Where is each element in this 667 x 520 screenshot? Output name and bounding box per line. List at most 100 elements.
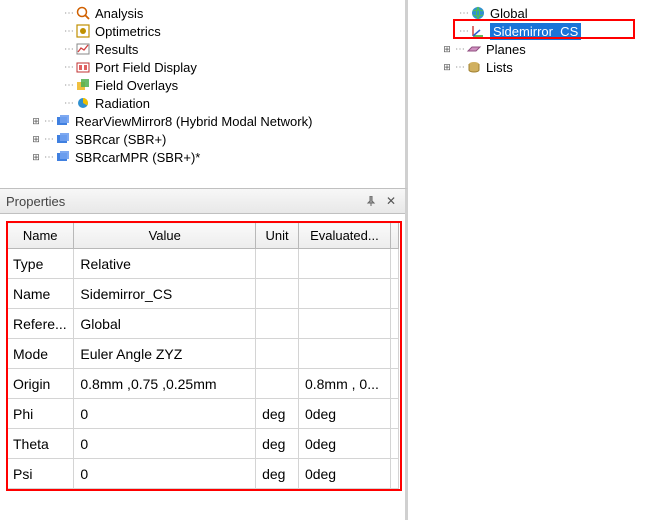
tree-label: SBRcarMPR (SBR+)* [75,150,200,165]
expand-icon[interactable]: ⊞ [30,133,42,145]
cell-unit[interactable] [256,279,299,309]
tree-item-field-overlays[interactable]: ⋯ Field Overlays [0,76,405,94]
table-row[interactable]: Origin0.8mm ,0.75 ,0.25mm 0.8mm , 0... [7,369,399,399]
cell-tail [390,429,398,459]
tree-guide-icon: ⋯ [64,26,73,37]
cell-unit[interactable] [256,249,299,279]
tree-item-radiation[interactable]: ⋯ Radiation [0,94,405,112]
tree-guide-icon: ⋯ [64,8,73,19]
tree-guide-icon: ⋯ [44,152,53,163]
tree-guide-icon: ⋯ [64,80,73,91]
pin-icon[interactable] [363,193,379,209]
optimetrics-icon [75,23,91,39]
col-tail [390,223,398,249]
table-row[interactable]: Theta0deg0deg [7,429,399,459]
tree-label: Optimetrics [95,24,161,39]
cell-unit[interactable] [256,309,299,339]
panel-title: Properties [6,194,359,209]
tree-label: Results [95,42,138,57]
tree-label: Planes [486,42,526,57]
results-icon [75,41,91,57]
col-unit[interactable]: Unit [256,223,299,249]
table-row[interactable]: Psi0deg0deg [7,459,399,489]
cell-tail [390,309,398,339]
cell-tail [390,459,398,489]
cell-name: Name [7,279,74,309]
tree-guide-icon: ⋯ [459,8,468,19]
cell-value[interactable]: 0 [74,459,256,489]
cell-name: Origin [7,369,74,399]
tree-item-optimetrics[interactable]: ⋯ Optimetrics [0,22,405,40]
tree-guide-icon: ⋯ [44,116,53,127]
tree-label: Field Overlays [95,78,178,93]
tree-item-rearviewmirror8[interactable]: ⊞ ⋯ RearViewMirror8 (Hybrid Modal Networ… [0,112,405,130]
analysis-icon [75,5,91,21]
tree-item-sbrcarmpr[interactable]: ⊞ ⋯ SBRcarMPR (SBR+)* [0,148,405,166]
annotation-highlight [453,19,635,39]
cell-name: Refere... [7,309,74,339]
col-eval[interactable]: Evaluated... [298,223,390,249]
properties-header: Properties ✕ [0,189,405,214]
tree-item-planes[interactable]: ⊞ ⋯ Planes [411,40,667,58]
cell-unit[interactable]: deg [256,459,299,489]
cell-eval: 0.8mm , 0... [298,369,390,399]
tree-item-sbrcar[interactable]: ⊞ ⋯ SBRcar (SBR+) [0,130,405,148]
port-field-icon [75,59,91,75]
cell-value[interactable]: Relative [74,249,256,279]
cell-eval: 0deg [298,459,390,489]
tree-item-analysis[interactable]: ⋯ Analysis [0,4,405,22]
cell-eval [298,339,390,369]
cell-unit[interactable]: deg [256,399,299,429]
tree-guide-icon: ⋯ [455,62,464,73]
cell-eval: 0deg [298,429,390,459]
left-tree-panel: ⋯ Analysis ⋯ Optimetrics ⋯ Results ⋯ Por… [0,0,408,188]
tree-guide-icon: ⋯ [64,98,73,109]
table-row[interactable]: NameSidemirror_CS [7,279,399,309]
cell-value[interactable]: 0.8mm ,0.75 ,0.25mm [74,369,256,399]
tree-label: SBRcar (SBR+) [75,132,166,147]
cell-tail [390,399,398,429]
cell-name: Type [7,249,74,279]
cell-tail [390,249,398,279]
tree-item-port-field[interactable]: ⋯ Port Field Display [0,58,405,76]
properties-panel: Properties ✕ Name Value Unit Evaluated..… [0,188,408,520]
cell-value[interactable]: 0 [74,429,256,459]
radiation-icon [75,95,91,111]
close-icon[interactable]: ✕ [383,193,399,209]
expand-icon[interactable]: ⊞ [441,43,453,55]
cell-unit[interactable]: deg [256,429,299,459]
cell-tail [390,369,398,399]
col-value[interactable]: Value [74,223,256,249]
table-row[interactable]: Phi0deg0deg [7,399,399,429]
cell-name: Theta [7,429,74,459]
right-tree-panel: ⋯ Global ⋯ Sidemirror_CS ⊞ ⋯ Planes ⊞ ⋯ … [411,0,667,520]
tree-guide-icon: ⋯ [44,134,53,145]
cell-name: Psi [7,459,74,489]
cell-tail [390,339,398,369]
tree-label: Port Field Display [95,60,197,75]
model-icon [55,113,71,129]
tree-guide-icon: ⋯ [64,62,73,73]
cell-value[interactable]: 0 [74,399,256,429]
tree-item-lists[interactable]: ⊞ ⋯ Lists [411,58,667,76]
cell-tail [390,279,398,309]
cell-name: Mode [7,339,74,369]
cell-unit[interactable] [256,369,299,399]
cell-value[interactable]: Sidemirror_CS [74,279,256,309]
cell-name: Phi [7,399,74,429]
cell-value[interactable]: Euler Angle ZYZ [74,339,256,369]
table-row[interactable]: TypeRelative [7,249,399,279]
tree-label: Analysis [95,6,143,21]
expand-icon[interactable]: ⊞ [441,61,453,73]
expand-icon[interactable]: ⊞ [30,115,42,127]
cell-value[interactable]: Global [74,309,256,339]
table-row[interactable]: Refere...Global [7,309,399,339]
col-name[interactable]: Name [7,223,74,249]
table-header-row: Name Value Unit Evaluated... [7,223,399,249]
cell-unit[interactable] [256,339,299,369]
cell-eval [298,249,390,279]
model-icon [55,131,71,147]
expand-icon[interactable]: ⊞ [30,151,42,163]
tree-item-results[interactable]: ⋯ Results [0,40,405,58]
table-row[interactable]: ModeEuler Angle ZYZ [7,339,399,369]
